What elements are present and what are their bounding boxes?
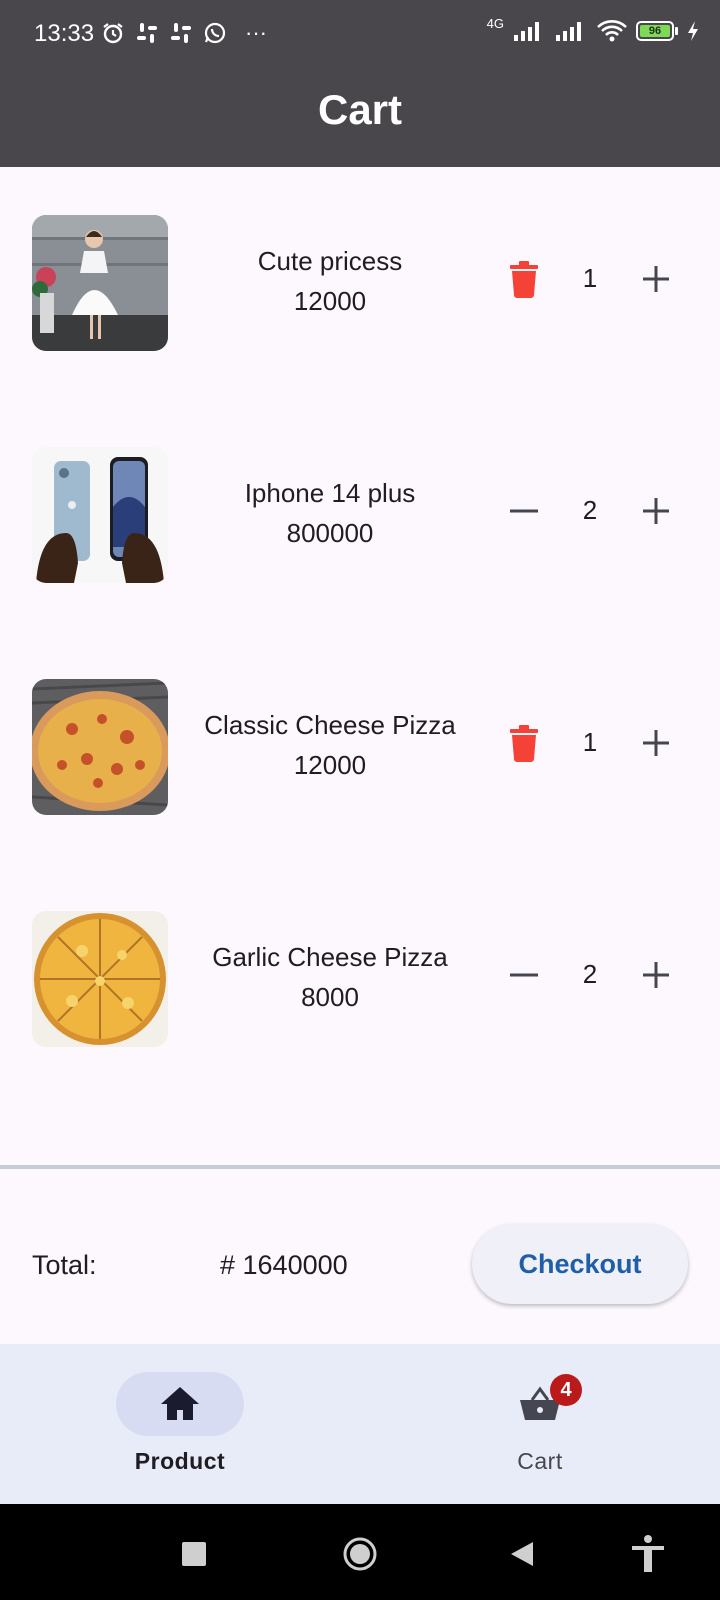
nav-item-product[interactable]: Product — [0, 1344, 360, 1504]
system-navigation-bar — [0, 1504, 720, 1600]
increment-button[interactable] — [632, 487, 680, 535]
product-image — [32, 679, 168, 815]
square-icon — [182, 1542, 206, 1566]
status-system-icons: 4G 96 — [486, 15, 700, 44]
delete-button[interactable] — [500, 255, 548, 303]
item-name: Garlic Cheese Pizza — [212, 942, 448, 972]
wifi-icon — [597, 20, 627, 42]
plus-icon — [643, 962, 669, 988]
decrement-button[interactable] — [500, 487, 548, 535]
item-quantity: 1 — [582, 727, 598, 757]
checkout-button[interactable]: Checkout — [472, 1224, 688, 1304]
total-label: Total: — [32, 1250, 97, 1280]
signal-icon — [514, 22, 539, 41]
item-price: 12000 — [293, 286, 367, 316]
battery-level: 96 — [640, 25, 670, 37]
bottom-navigation: Product 4 Cart — [0, 1344, 720, 1504]
whatsapp-icon — [202, 20, 228, 46]
accessibility-icon — [632, 1535, 664, 1572]
product-image — [32, 911, 168, 1047]
cart-item: Cute pricess 12000 1 — [0, 167, 720, 399]
cart-item: Classic Cheese Pizza 12000 1 — [0, 631, 720, 863]
item-price: 12000 — [293, 750, 367, 780]
more-notifications-icon: ··· — [245, 20, 267, 45]
status-notification-icons: ··· — [100, 20, 276, 46]
accessibility-button[interactable] — [628, 1534, 668, 1574]
recents-button[interactable] — [174, 1534, 214, 1574]
minus-icon — [510, 509, 538, 513]
nav-item-cart[interactable]: 4 Cart — [360, 1344, 720, 1504]
item-name: Classic Cheese Pizza — [204, 710, 456, 740]
trash-icon — [510, 725, 538, 762]
item-quantity: 2 — [582, 959, 598, 989]
back-button[interactable] — [502, 1534, 542, 1574]
cart-item: Iphone 14 plus 800000 2 — [0, 399, 720, 631]
plus-icon — [643, 730, 669, 756]
item-name: Iphone 14 plus — [244, 478, 416, 508]
item-quantity: 1 — [582, 263, 598, 293]
app-bar: Cart — [0, 68, 720, 167]
cart-badge: 4 — [550, 1374, 582, 1406]
home-button[interactable] — [340, 1534, 380, 1574]
circle-icon — [343, 1537, 377, 1571]
page-title: Cart — [317, 86, 403, 133]
cart-item: Garlic Cheese Pizza 8000 2 — [0, 863, 720, 1095]
nav-label: Product — [134, 1448, 226, 1474]
product-image — [32, 215, 168, 351]
increment-button[interactable] — [632, 255, 680, 303]
cart-list: Cute pricess 12000 1 Iphone 14 plus 8000… — [0, 167, 720, 1165]
signal-icon — [556, 22, 581, 41]
home-icon — [161, 1387, 199, 1420]
status-time: 13:33 — [34, 20, 95, 47]
trash-icon — [510, 261, 538, 298]
charging-icon — [688, 21, 698, 41]
back-triangle-icon — [511, 1542, 533, 1566]
minus-icon — [510, 973, 538, 977]
delete-button[interactable] — [500, 719, 548, 767]
product-image — [32, 447, 168, 583]
plus-icon — [643, 498, 669, 524]
decrement-button[interactable] — [500, 951, 548, 999]
total-value: # 1640000 — [220, 1250, 348, 1280]
network-type: 4G — [486, 15, 504, 31]
increment-button[interactable] — [632, 951, 680, 999]
divider — [0, 1165, 720, 1169]
item-price: 8000 — [301, 982, 359, 1012]
increment-button[interactable] — [632, 719, 680, 767]
status-bar: 13:33 ··· 4G 96 — [0, 0, 720, 68]
slack-icon — [168, 20, 194, 46]
nav-label: Cart — [517, 1448, 563, 1474]
alarm-icon — [100, 20, 126, 46]
battery-icon: 96 — [636, 21, 678, 41]
plus-icon — [643, 266, 669, 292]
slack-icon — [134, 20, 160, 46]
item-price: 800000 — [286, 518, 374, 548]
item-name: Cute pricess — [257, 246, 403, 276]
item-quantity: 2 — [582, 495, 598, 525]
